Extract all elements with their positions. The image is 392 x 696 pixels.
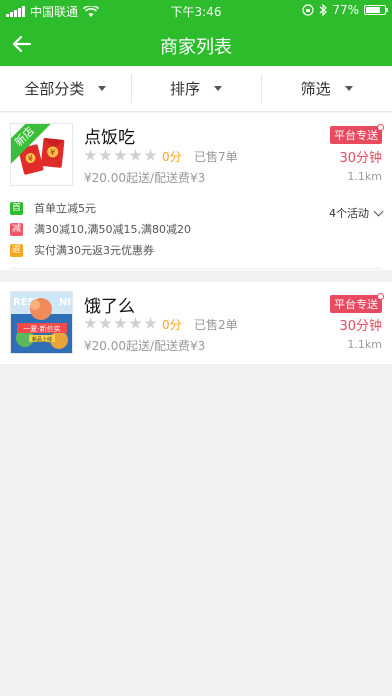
- back-arrow-icon[interactable]: [10, 32, 34, 56]
- delivery-fees: ¥20.00起送/配送费¥3: [84, 171, 206, 185]
- distance: 1.1km: [347, 170, 382, 183]
- svg-text:一夏·新价实: 一夏·新价实: [23, 324, 60, 333]
- promo-badge: 首: [10, 201, 23, 215]
- distance: 1.1km: [347, 338, 382, 351]
- shop-name: 点饭吃: [84, 128, 135, 148]
- page-title: 商家列表: [160, 37, 232, 58]
- shop-thumbnail: ¥ ¥ 新店: [10, 123, 73, 186]
- rating-stars: [84, 317, 157, 330]
- nav-bar: 商家列表: [0, 22, 392, 66]
- divider: [10, 268, 382, 269]
- fruit-promo-image: RESH NI 一夏·新价实 新品上线: [11, 292, 72, 353]
- status-bar: 中国联通 下午3:46 77%: [0, 0, 392, 22]
- shop-thumbnail: RESH NI 一夏·新价实 新品上线: [10, 291, 73, 354]
- activities-toggle[interactable]: 4个活动: [329, 205, 384, 221]
- delivery-fees: ¥20.00起送/配送费¥3: [84, 339, 206, 353]
- bluetooth-icon: [319, 4, 328, 16]
- star-icon: [99, 149, 112, 161]
- svg-text:新品上线: 新品上线: [32, 336, 52, 343]
- promo-text: 满30减10,满50减15,满80减20: [34, 223, 191, 236]
- filter-sort-label: 排序: [170, 80, 201, 98]
- caret-down-icon: [214, 86, 223, 91]
- star-icon: [114, 317, 127, 329]
- platform-delivery-tag: 平台专送: [330, 293, 384, 313]
- star-icon: [99, 317, 112, 329]
- shop-card[interactable]: RESH NI 一夏·新价实 新品上线 饿了么 0分 已售2单 ¥20.00起送…: [0, 282, 392, 364]
- delivery-time: 30分钟: [339, 151, 382, 166]
- filter-bar: 全部分类 排序 筛选: [0, 66, 392, 112]
- star-icon: [84, 317, 97, 329]
- filter-category-label: 全部分类: [24, 80, 85, 98]
- status-right: 77%: [302, 3, 388, 17]
- promo-discount: 减 满30减10,满50减15,满80减20: [10, 221, 191, 237]
- shop-card[interactable]: ¥ ¥ 新店 点饭吃 0分 已售7单 ¥20.00起送/配送费¥3 平台专送 3…: [0, 113, 392, 270]
- promo-badge: 返: [10, 243, 23, 257]
- filter-screen-label: 筛选: [300, 80, 331, 98]
- promo-text: 首单立减5元: [34, 202, 96, 215]
- svg-text:NI: NI: [59, 297, 71, 308]
- promo-first-order: 首 首单立减5元: [10, 200, 96, 216]
- promo-rebate: 返 实付满30元返3元优惠券: [10, 242, 154, 258]
- star-icon: [144, 149, 157, 161]
- battery-fill: [366, 7, 380, 13]
- filter-sort[interactable]: 排序: [130, 66, 262, 111]
- sold-count: 已售7单: [194, 150, 238, 164]
- delivery-time: 30分钟: [339, 319, 382, 334]
- caret-down-icon: [98, 86, 107, 91]
- rating-score: 0分: [162, 150, 182, 164]
- battery-percent: 77%: [332, 3, 359, 17]
- filter-screen[interactable]: 筛选: [261, 66, 392, 111]
- rating-score: 0分: [162, 318, 182, 332]
- rating-stars: [84, 149, 157, 162]
- star-icon: [84, 149, 97, 161]
- caret-down-icon: [344, 86, 353, 91]
- promo-text: 实付满30元返3元优惠券: [34, 244, 154, 257]
- star-icon: [144, 317, 157, 329]
- star-icon: [129, 317, 142, 329]
- chevron-down-icon: [373, 206, 384, 216]
- battery-icon: [364, 5, 388, 15]
- sold-count: 已售2单: [194, 318, 238, 332]
- svg-text:¥: ¥: [50, 148, 56, 157]
- filter-category[interactable]: 全部分类: [0, 66, 131, 111]
- promo-badge: 减: [10, 222, 23, 236]
- activities-count: 4个活动: [329, 207, 369, 220]
- star-icon: [114, 149, 127, 161]
- platform-delivery-tag: 平台专送: [330, 124, 384, 144]
- star-icon: [129, 149, 142, 161]
- shop-name: 饿了么: [84, 297, 135, 317]
- rotation-lock-icon: [302, 4, 314, 16]
